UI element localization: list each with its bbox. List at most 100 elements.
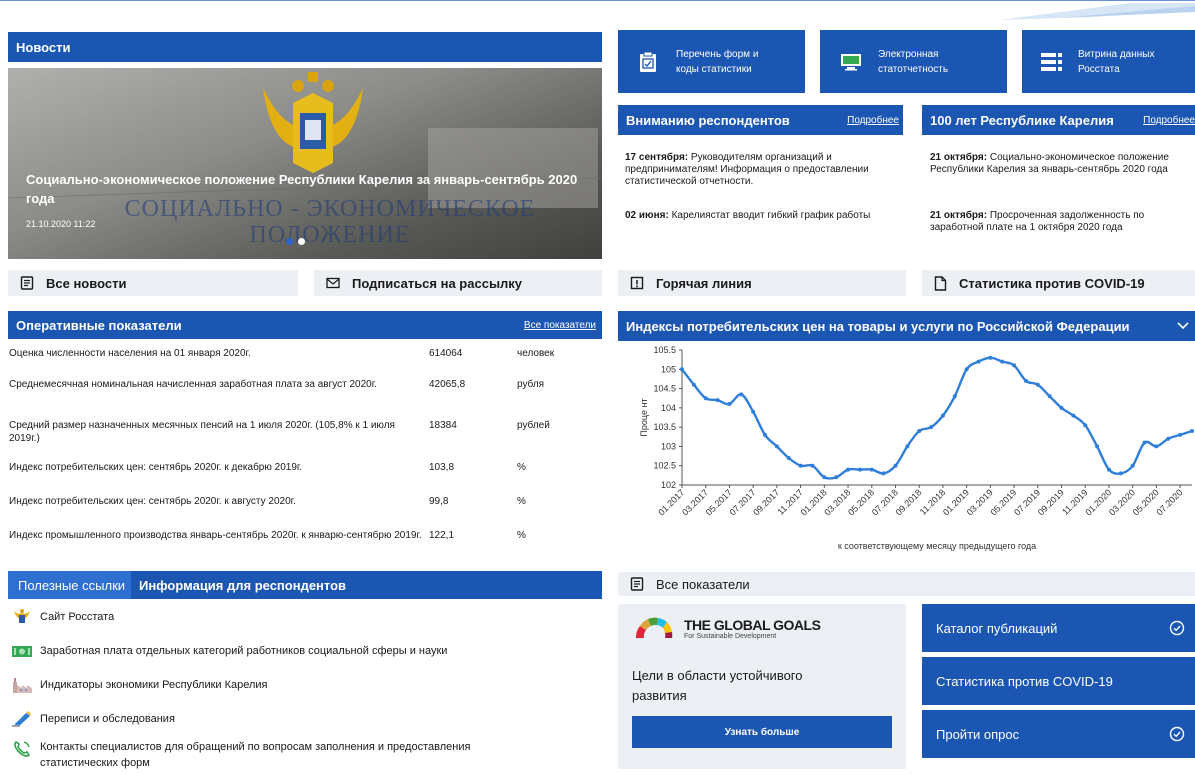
y-tick-label: 103.5 xyxy=(653,422,676,432)
all-indicators-link[interactable]: Все показатели xyxy=(524,320,596,331)
rosstat-emblem-icon xyxy=(10,607,34,627)
karelia100-more-link[interactable]: Подробнее xyxy=(1143,115,1195,126)
covid-stats-label: Статистика против COVID-19 xyxy=(959,275,1145,291)
all-news-button[interactable]: Все новости xyxy=(8,270,298,296)
series-line xyxy=(681,356,1193,480)
hotline-label: Горячая линия xyxy=(656,275,752,291)
indicator-name: Средний размер назначенных месячных пенс… xyxy=(9,420,395,444)
learn-more-button[interactable]: Узнать больше xyxy=(632,716,892,748)
catalog-publications-button[interactable]: Каталог публикаций xyxy=(922,604,1195,652)
link-economy-label: Индикаторы экономики Республики Карелия xyxy=(40,679,268,691)
respondents-item-2-text: Карелиястат вводит гибкий график работы xyxy=(668,210,871,221)
all-indicators-label: Все показатели xyxy=(656,576,750,592)
data-point xyxy=(739,392,744,397)
chart-header[interactable]: Индексы потребительских цен на товары и … xyxy=(618,311,1195,341)
data-point xyxy=(763,432,768,437)
tab-useful-links[interactable]: Полезные ссылки xyxy=(8,571,132,599)
data-point xyxy=(869,467,874,472)
data-showcase-icon xyxy=(1041,52,1062,71)
respondents-item-1[interactable]: 17 сентября: Руководителям организаций и… xyxy=(625,152,900,188)
forms-codes-label-1: Перечень форм и xyxy=(676,48,759,60)
covid-stats-blue-button[interactable]: Статистика против COVID-19 xyxy=(922,657,1195,705)
cpi-line-chart: 102 102.5 103 103.5 104 104.5 105 105.5 Проце нт… xyxy=(639,345,1194,551)
respondents-more-link[interactable]: Подробнее xyxy=(847,115,899,126)
indicator-name: Индекс потребительских цен: сентябрь 202… xyxy=(9,496,296,507)
global-goals-logo-title: THE GLOBAL GOALS xyxy=(684,617,821,633)
slide-caption[interactable]: Социально-экономическое положение Респуб… xyxy=(26,170,596,208)
newspaper-icon xyxy=(630,577,644,591)
y-tick-label: 103 xyxy=(661,441,676,451)
indicator-unit: % xyxy=(517,530,526,541)
data-point xyxy=(834,475,839,480)
y-tick-label: 104 xyxy=(661,403,676,413)
data-point xyxy=(810,463,815,468)
data-point xyxy=(1071,413,1076,418)
slider-dot[interactable] xyxy=(298,238,305,245)
indicator-name: Индекс промышленного производства январь… xyxy=(9,530,422,541)
phone-icon xyxy=(10,739,34,759)
link-salary-categories[interactable]: Заработная плата отдельных категорий раб… xyxy=(0,634,600,668)
data-point xyxy=(774,444,779,449)
y-tick-label: 105 xyxy=(661,364,676,374)
tab-respondents-info[interactable]: Информация для респондентов xyxy=(131,571,354,599)
document-icon xyxy=(934,275,947,291)
global-goals-logo-subtitle: For Sustainable Development xyxy=(684,633,777,640)
e-reporting-button[interactable]: Электронная статотчетность xyxy=(820,30,1007,93)
data-showcase-button[interactable]: Витрина данных Росстата xyxy=(1022,30,1195,93)
data-point xyxy=(1190,429,1194,433)
hotline-button[interactable]: Горячая линия xyxy=(618,270,906,296)
table-row: Индекс промышленного производства январь… xyxy=(8,529,606,559)
slider-dots[interactable] xyxy=(286,238,305,245)
covid-stats-button[interactable]: Статистика против COVID-19 xyxy=(922,270,1195,296)
y-tick-label: 104.5 xyxy=(653,384,676,394)
e-reporting-label-2: статотчетность xyxy=(878,63,949,75)
respondents-header: Вниманию респондентов Подробнее xyxy=(618,105,903,135)
check-circle-icon xyxy=(1169,726,1185,742)
take-survey-button[interactable]: Пройти опрос xyxy=(922,710,1195,758)
indicator-unit: человек xyxy=(517,348,555,359)
x-tick-label: 09.2018 xyxy=(894,487,924,517)
link-contacts[interactable]: Контакты специалистов для обращений по в… xyxy=(0,736,600,774)
newspaper-icon xyxy=(20,276,34,290)
data-point xyxy=(1130,463,1135,468)
data-point xyxy=(798,463,803,468)
link-censuses[interactable]: Переписи и обследования xyxy=(0,702,600,736)
indicator-value: 614064 xyxy=(429,348,463,359)
karelia100-item-2[interactable]: 21 октября: Просроченная задолженность п… xyxy=(930,210,1190,234)
money-icon xyxy=(10,641,34,661)
respondents-item-1-date: 17 сентября: xyxy=(625,152,689,163)
link-economy-indicators[interactable]: Индикаторы экономики Республики Карелия xyxy=(0,668,600,702)
envelope-icon xyxy=(326,277,340,289)
x-tick-label: 09.2019 xyxy=(1036,487,1066,517)
data-point xyxy=(1154,444,1159,449)
slide-date: 21.10.2020 11:22 xyxy=(26,219,96,229)
link-rosstat-site[interactable]: Сайт Росстата xyxy=(0,600,600,634)
all-indicators-button[interactable]: Все показатели xyxy=(618,572,1195,596)
data-point xyxy=(929,425,934,430)
factory-icon xyxy=(10,675,34,695)
indicator-unit: % xyxy=(517,462,526,473)
karelia100-item-2-date: 21 октября: xyxy=(930,210,988,221)
news-slider[interactable]: СОЦИАЛЬНО - ЭКОНОМИЧЕСКОЕ ПОЛОЖЕНИЕ Соци… xyxy=(8,68,602,259)
chevron-down-icon[interactable] xyxy=(1177,322,1189,330)
karelia100-item-1[interactable]: 21 октября: Социально-экономическое поло… xyxy=(930,152,1190,176)
data-point xyxy=(905,444,910,449)
respondents-item-2[interactable]: 02 июня: Карелиястат вводит гибкий графи… xyxy=(625,210,900,222)
link-rosstat-label: Сайт Росстата xyxy=(40,611,115,623)
data-showcase-label-1: Витрина данных xyxy=(1078,48,1155,60)
y-axis-label: Проце нт xyxy=(639,398,649,436)
table-row: Индекс потребительских цен: сентябрь 202… xyxy=(8,461,606,495)
subscribe-button[interactable]: Подписаться на рассылку xyxy=(314,270,602,296)
data-point xyxy=(1012,363,1017,368)
indicators-table: Оценка численности населения на 01 январ… xyxy=(8,347,606,559)
table-row: Средний размер назначенных месячных пенс… xyxy=(8,419,606,461)
y-tick-label: 102 xyxy=(661,480,676,490)
karelia100-title: 100 лет Республике Карелия xyxy=(930,112,1114,128)
double-headed-eagle-emblem-icon xyxy=(263,72,363,173)
slider-dot-active[interactable] xyxy=(286,238,293,245)
covid-stats-blue-label: Статистика против COVID-19 xyxy=(936,673,1113,689)
data-point xyxy=(715,398,720,403)
forms-codes-button[interactable]: Перечень форм и коды статистики xyxy=(618,30,805,93)
pencil-icon xyxy=(10,709,34,729)
data-point xyxy=(846,467,851,472)
